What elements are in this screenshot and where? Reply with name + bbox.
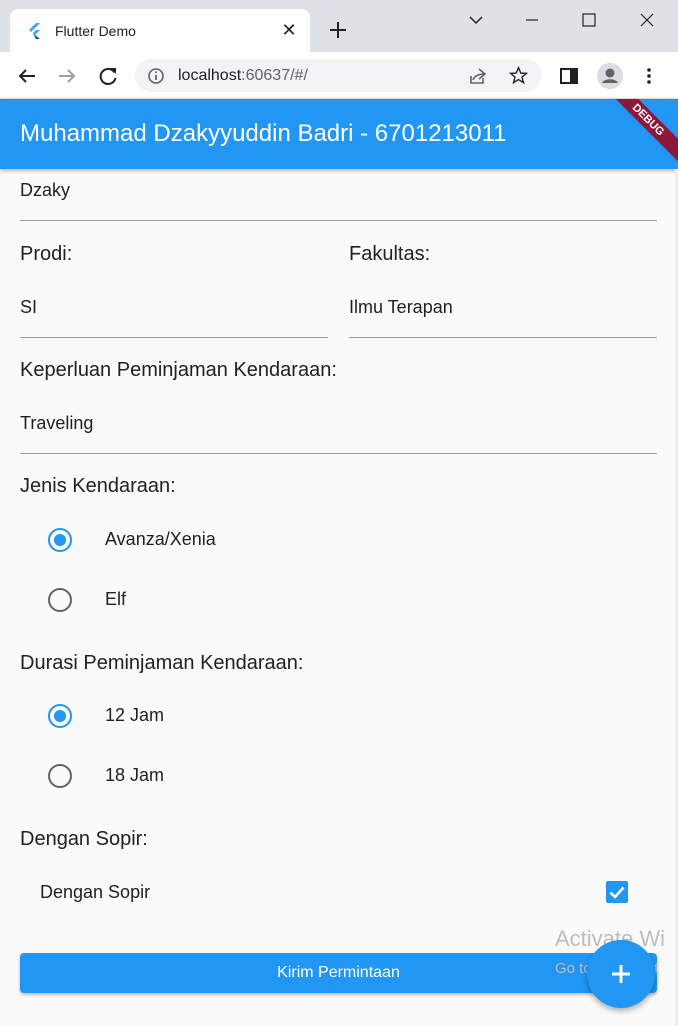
profile-avatar-icon[interactable] <box>596 62 624 90</box>
radio-label-18-jam: 18 Jam <box>105 765 165 785</box>
kebab-menu-icon[interactable] <box>637 64 661 88</box>
sopir-checkbox-label: Dengan Sopir <box>40 882 151 902</box>
side-panel-icon[interactable] <box>557 64 581 88</box>
back-arrow-icon[interactable] <box>15 64 39 88</box>
close-window-icon[interactable] <box>635 8 659 32</box>
jenis-label: Jenis Kendaraan: <box>20 475 176 497</box>
radio-18-jam[interactable] <box>48 764 72 788</box>
keperluan-field[interactable]: Traveling <box>20 395 657 454</box>
flutter-icon <box>29 23 40 39</box>
radio-avanza-xenia[interactable] <box>48 528 72 552</box>
tab-search-chevron-icon[interactable] <box>464 8 488 32</box>
sopir-label: Dengan Sopir: <box>20 828 148 850</box>
url-host: localhost <box>178 67 242 84</box>
add-fab-button[interactable] <box>587 940 655 1008</box>
prodi-label: Prodi: <box>20 243 73 265</box>
reload-icon[interactable] <box>96 64 120 88</box>
browser-tab-strip: Flutter Demo ✕ <box>0 0 678 52</box>
plus-icon <box>612 965 630 983</box>
browser-tab[interactable]: Flutter Demo ✕ <box>10 9 310 52</box>
app-title: Muhammad Dzakyyuddin Badri - 6701213011 <box>20 120 507 147</box>
nama-field[interactable]: Dzaky <box>20 169 657 221</box>
radio-elf[interactable] <box>48 588 72 612</box>
bookmark-star-icon[interactable] <box>508 65 529 86</box>
sopir-checkbox[interactable] <box>606 881 628 903</box>
url-path: :60637/#/ <box>241 67 308 84</box>
browser-toolbar: localhost:60637/#/ <box>0 52 678 99</box>
form-content: Dzaky Prodi: Fakultas: SI Ilmu Terapan K… <box>0 169 678 1026</box>
fakultas-field[interactable]: Ilmu Terapan <box>349 279 657 338</box>
durasi-label: Durasi Peminjaman Kendaraan: <box>20 652 304 674</box>
tab-close-icon[interactable]: ✕ <box>280 20 298 40</box>
new-tab-icon[interactable] <box>327 19 349 41</box>
forward-arrow-icon[interactable] <box>55 64 79 88</box>
fakultas-value: Ilmu Terapan <box>349 297 453 317</box>
minimize-icon[interactable] <box>520 8 544 32</box>
radio-label-avanza-xenia: Avanza/Xenia <box>105 529 216 549</box>
prodi-field[interactable]: SI <box>20 279 328 338</box>
info-icon[interactable] <box>147 67 165 85</box>
app-bar: Muhammad Dzakyyuddin Badri - 6701213011 … <box>0 99 678 169</box>
share-icon[interactable] <box>468 66 488 86</box>
nama-value: Dzaky <box>20 180 71 200</box>
radio-label-elf: Elf <box>105 589 127 609</box>
tab-title: Flutter Demo <box>55 23 136 39</box>
checkmark-icon <box>609 886 625 899</box>
keperluan-label: Keperluan Peminjaman Kendaraan: <box>20 359 337 381</box>
fakultas-label: Fakultas: <box>349 243 431 265</box>
keperluan-value: Traveling <box>20 413 94 433</box>
debug-banner: DEBUG <box>599 99 678 169</box>
address-bar[interactable]: localhost:60637/#/ <box>135 59 542 92</box>
url-text: localhost:60637/#/ <box>178 67 308 85</box>
radio-12-jam[interactable] <box>48 704 72 728</box>
radio-label-12-jam: 12 Jam <box>105 705 165 725</box>
prodi-value: SI <box>20 297 38 317</box>
maximize-icon[interactable] <box>577 8 601 32</box>
